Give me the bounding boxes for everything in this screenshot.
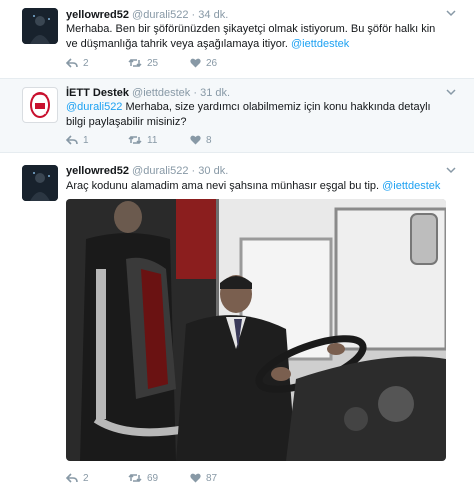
retweet-button[interactable]: 11	[128, 135, 190, 146]
mention-link[interactable]: @iettdestek	[382, 180, 440, 192]
reply-icon	[66, 473, 78, 483]
tweet-text-content: Araç kodunu alamadim ama nevi şahsına mü…	[66, 180, 380, 192]
tweet-actions: 1 11 8	[66, 133, 252, 147]
like-icon	[190, 473, 201, 483]
retweet-button[interactable]: 69	[128, 473, 190, 484]
chevron-down-icon[interactable]	[446, 165, 456, 177]
user-handle[interactable]: @durali522	[132, 165, 188, 177]
like-button[interactable]: 26	[190, 58, 252, 69]
user-handle[interactable]: @iettdestek	[132, 87, 190, 99]
like-count: 26	[206, 57, 218, 69]
retweet-icon	[128, 58, 142, 68]
tweet-1[interactable]: yellowred52 @durali522 · 34 dk. Merhaba.…	[0, 0, 474, 79]
tweet-text-content: Merhaba. Ben bir şöförünüzden şikayetçi …	[66, 23, 436, 50]
tweet-actions: 2 69 87	[66, 471, 252, 485]
tweet-photo[interactable]	[66, 199, 446, 461]
tweet-text: Araç kodunu alamadim ama nevi şahsına mü…	[66, 179, 446, 194]
avatar[interactable]	[22, 8, 58, 44]
tweet-2[interactable]: İETT İETT Destek @iettdestek · 31 dk. @d…	[0, 79, 474, 153]
bus-driver-photo	[66, 199, 446, 461]
like-count: 8	[206, 134, 212, 146]
retweet-count: 11	[147, 134, 158, 146]
reply-count: 1	[83, 134, 89, 146]
tweet-header: yellowred52 @durali522 · 34 dk.	[66, 9, 228, 21]
retweet-icon	[128, 473, 142, 483]
user-handle[interactable]: @durali522	[132, 9, 188, 21]
display-name[interactable]: yellowred52	[66, 9, 129, 21]
like-button[interactable]: 8	[190, 135, 252, 146]
separator: ·	[191, 165, 196, 177]
mention-link[interactable]: @iettdestek	[291, 38, 349, 50]
like-icon	[190, 135, 201, 145]
reply-button[interactable]: 2	[66, 58, 128, 69]
tweet-header: İETT Destek @iettdestek · 31 dk.	[66, 87, 230, 99]
tweet-header: yellowred52 @durali522 · 30 dk.	[66, 165, 228, 177]
reply-button[interactable]: 2	[66, 473, 128, 484]
timestamp[interactable]: 34 dk.	[198, 9, 228, 21]
tweet-3[interactable]: yellowred52 @durali522 · 30 dk. Araç kod…	[0, 153, 474, 492]
separator: ·	[193, 87, 198, 99]
like-icon	[190, 58, 201, 68]
reply-count: 2	[83, 57, 89, 69]
reply-icon	[66, 58, 78, 68]
retweet-count: 25	[147, 57, 159, 69]
chevron-down-icon[interactable]	[446, 8, 456, 20]
avatar-text: İETT	[36, 110, 47, 116]
reply-button[interactable]: 1	[66, 135, 128, 146]
avatar[interactable]	[22, 165, 58, 201]
timeline: yellowred52 @durali522 · 34 dk. Merhaba.…	[0, 0, 474, 492]
display-name[interactable]: İETT Destek	[66, 87, 129, 99]
retweet-icon	[128, 135, 142, 145]
timestamp[interactable]: 31 dk.	[200, 87, 230, 99]
retweet-button[interactable]: 25	[128, 58, 190, 69]
chevron-down-icon[interactable]	[446, 87, 456, 99]
tweet-text: Merhaba. Ben bir şöförünüzden şikayetçi …	[66, 22, 446, 52]
avatar[interactable]: İETT	[22, 87, 58, 123]
display-name[interactable]: yellowred52	[66, 165, 129, 177]
reply-count: 2	[83, 472, 89, 484]
timestamp[interactable]: 30 dk.	[198, 165, 228, 177]
reply-icon	[66, 135, 78, 145]
retweet-count: 69	[147, 472, 159, 484]
like-button[interactable]: 87	[190, 473, 252, 484]
like-count: 87	[206, 472, 218, 484]
mention-link[interactable]: @durali522	[66, 101, 122, 113]
tweet-actions: 2 25 26	[66, 56, 252, 70]
tweet-text: @durali522 Merhaba, size yardımcı olabil…	[66, 100, 446, 130]
separator: ·	[191, 9, 196, 21]
